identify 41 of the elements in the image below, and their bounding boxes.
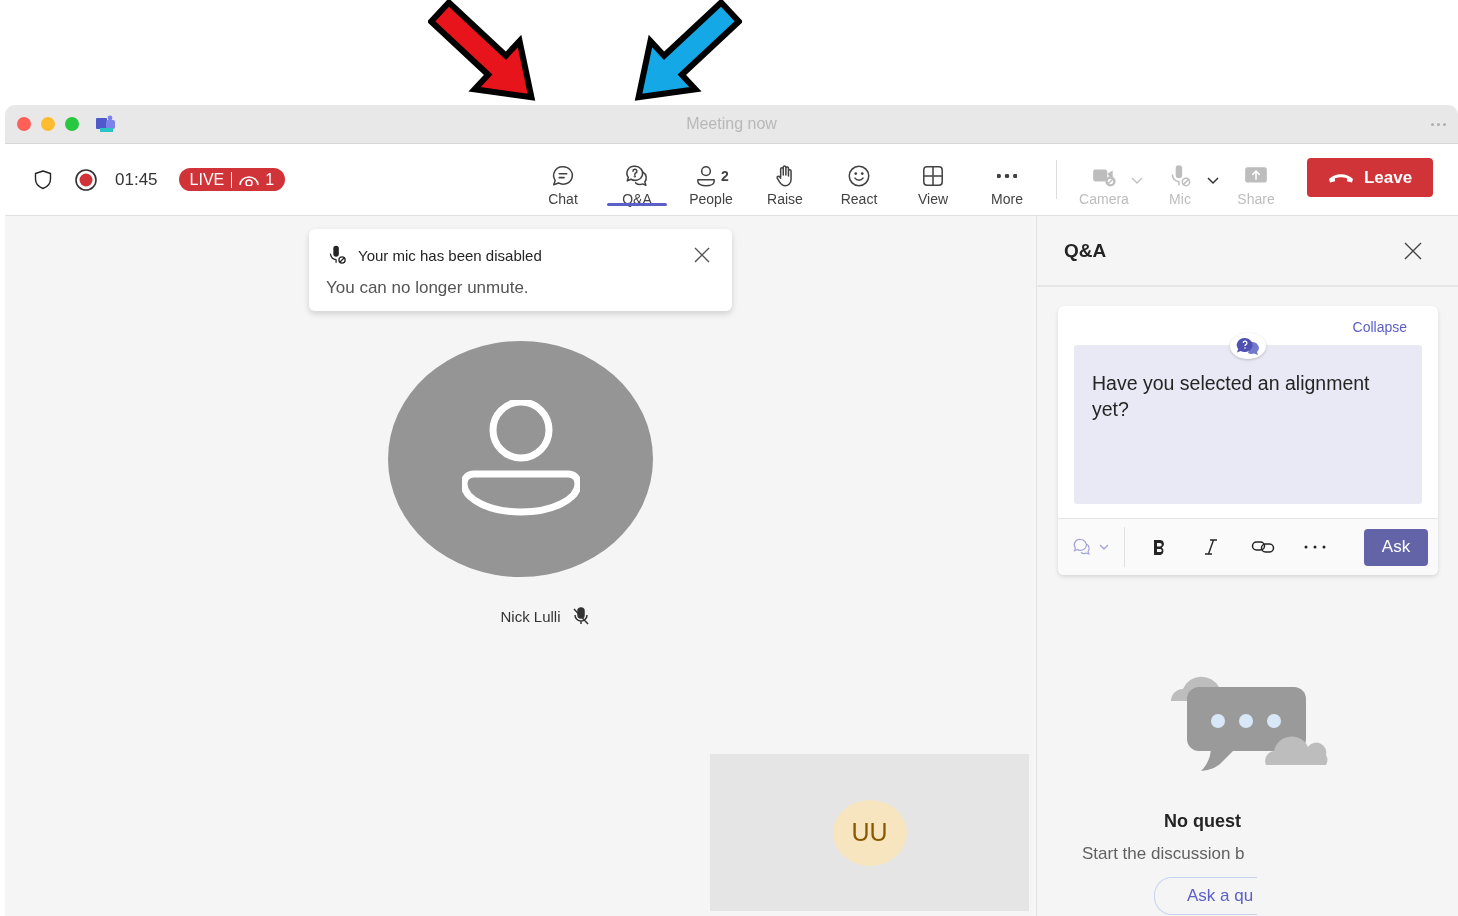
empty-state-title: No quest <box>1164 811 1242 832</box>
close-window-button[interactable] <box>17 117 31 131</box>
question-bubbles-icon <box>1230 333 1266 359</box>
meeting-timer: 01:45 <box>115 169 158 190</box>
ask-button[interactable]: Ask <box>1364 528 1428 566</box>
more-button[interactable]: More <box>970 152 1044 207</box>
collapse-link[interactable]: Collapse <box>1352 319 1407 335</box>
minimize-window-button[interactable] <box>41 117 55 131</box>
leave-button[interactable]: Leave <box>1307 158 1433 197</box>
chat-button[interactable]: Chat <box>526 152 600 207</box>
close-button[interactable] <box>1403 240 1423 261</box>
panel-title: Q&A <box>1064 239 1107 262</box>
link-icon <box>1251 540 1275 554</box>
bold-icon <box>1151 538 1167 556</box>
react-button[interactable]: React <box>822 152 896 207</box>
close-icon <box>1403 240 1423 261</box>
eye-icon <box>239 173 260 186</box>
notification-title: Your mic has been disabled <box>358 246 542 264</box>
live-badge: LIVE 1 <box>178 168 286 191</box>
initials-avatar: UU <box>832 799 907 866</box>
close-icon <box>692 245 712 265</box>
close-button[interactable] <box>692 245 712 265</box>
ask-question-button[interactable]: Ask a qu <box>1154 877 1257 915</box>
app-logo-icon <box>95 115 117 133</box>
recording-icon <box>74 167 98 192</box>
participant-name: Nick Lulli <box>500 607 561 625</box>
view-button[interactable]: View <box>896 152 970 207</box>
question-bubbles-icon <box>624 162 650 189</box>
people-button[interactable]: 2 People <box>674 152 748 207</box>
more-icon[interactable] <box>1431 122 1446 126</box>
empty-state-text: Start the discussion b <box>1082 844 1246 864</box>
zoom-window-button[interactable] <box>65 117 79 131</box>
question-type-dropdown[interactable] <box>1072 527 1125 567</box>
raise-button[interactable]: Raise <box>748 152 822 207</box>
more-icon <box>1304 545 1326 549</box>
question-bubbles-icon <box>1072 537 1092 557</box>
notification-message: You can no longer unmute. <box>326 278 530 298</box>
question-field[interactable]: Have you selected an alignment yet? <box>1074 345 1422 504</box>
more-icon <box>997 173 1017 178</box>
phone-hangup-icon <box>1327 171 1354 184</box>
italic-icon <box>1204 538 1218 556</box>
